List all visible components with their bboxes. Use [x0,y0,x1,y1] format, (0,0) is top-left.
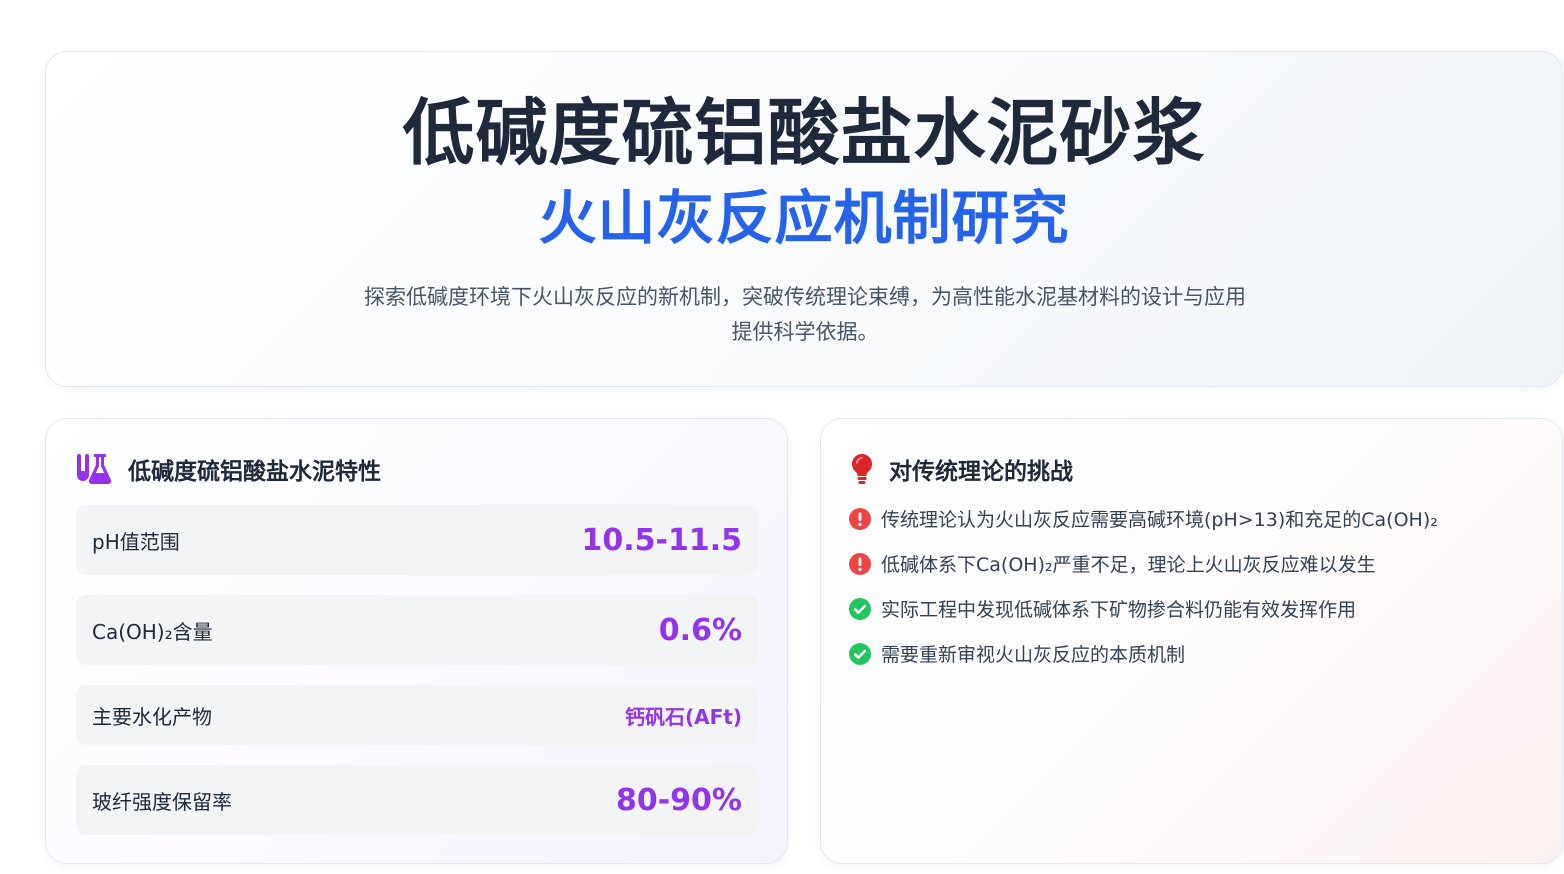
challenge-text: 实际工程中发现低碱体系下矿物掺合料仍能有效发挥作用 [881,599,1357,621]
property-row-ph: pH值范围 10.5-11.5 [76,505,758,575]
challenge-item: 传统理论认为火山灰反应需要高碱环境(pH>13)和充足的Ca(OH)₂ [849,505,1438,532]
check-circle-icon [849,597,871,620]
hero-description-line-1: 探索低碱度环境下火山灰反应的新机制，突破传统理论束缚，为高性能水泥基材料的设计与… [364,285,1246,309]
challenge-text: 传统理论认为火山灰反应需要高碱环境(pH>13)和充足的Ca(OH)₂ [881,509,1438,531]
property-value: 10.5-11.5 [581,522,743,558]
page-title: 低碱度硫铝酸盐水泥砂浆 [402,91,1206,175]
check-circle-icon [849,642,871,665]
challenge-card-header: 对传统理论的挑战 [847,449,1073,489]
property-label: pH值范围 [92,529,180,554]
hero-description-line-2: 提供科学依据。 [731,320,879,344]
challenge-card: 对传统理论的挑战 传统理论认为火山灰反应需要高碱环境(pH>13)和充足的Ca(… [820,418,1563,864]
challenge-text: 需要重新审视火山灰反应的本质机制 [881,644,1186,666]
property-value: 80-90% [615,782,742,818]
page-subtitle: 火山灰反应机制研究 [538,184,1070,252]
exclamation-circle-icon [849,507,871,530]
challenge-card-title: 对传统理论的挑战 [889,459,1073,485]
property-label: Ca(OH)₂含量 [92,619,213,644]
properties-card: 低碱度硫铝酸盐水泥特性 pH值范围 10.5-11.5 Ca(OH)₂含量 0.… [45,418,788,864]
property-row-hydration-product: 主要水化产物 钙矾石(AFt) [76,685,758,745]
property-row-caoh2: Ca(OH)₂含量 0.6% [76,595,758,665]
hero-description: 探索低碱度环境下火山灰反应的新机制，突破传统理论束缚，为高性能水泥基材料的设计与… [326,280,1284,350]
challenge-item: 需要重新审视火山灰反应的本质机制 [849,640,1185,667]
property-label: 主要水化产物 [92,704,212,729]
flask-icon [76,451,112,487]
property-label: 玻纤强度保留率 [92,789,232,814]
lightbulb-icon [847,451,877,487]
property-row-glass-fiber-retention: 玻纤强度保留率 80-90% [76,765,758,835]
properties-card-title: 低碱度硫铝酸盐水泥特性 [128,459,381,485]
challenge-item: 实际工程中发现低碱体系下矿物掺合料仍能有效发挥作用 [849,595,1356,622]
property-value: 0.6% [658,612,742,648]
hero-banner: 低碱度硫铝酸盐水泥砂浆 火山灰反应机制研究 探索低碱度环境下火山灰反应的新机制，… [45,51,1563,387]
exclamation-circle-icon [849,552,871,575]
property-value: 钙矾石(AFt) [625,704,742,729]
challenge-item: 低碱体系下Ca(OH)₂严重不足，理论上火山灰反应难以发生 [849,550,1376,577]
properties-card-header: 低碱度硫铝酸盐水泥特性 [76,449,381,489]
challenge-text: 低碱体系下Ca(OH)₂严重不足，理论上火山灰反应难以发生 [881,554,1376,576]
